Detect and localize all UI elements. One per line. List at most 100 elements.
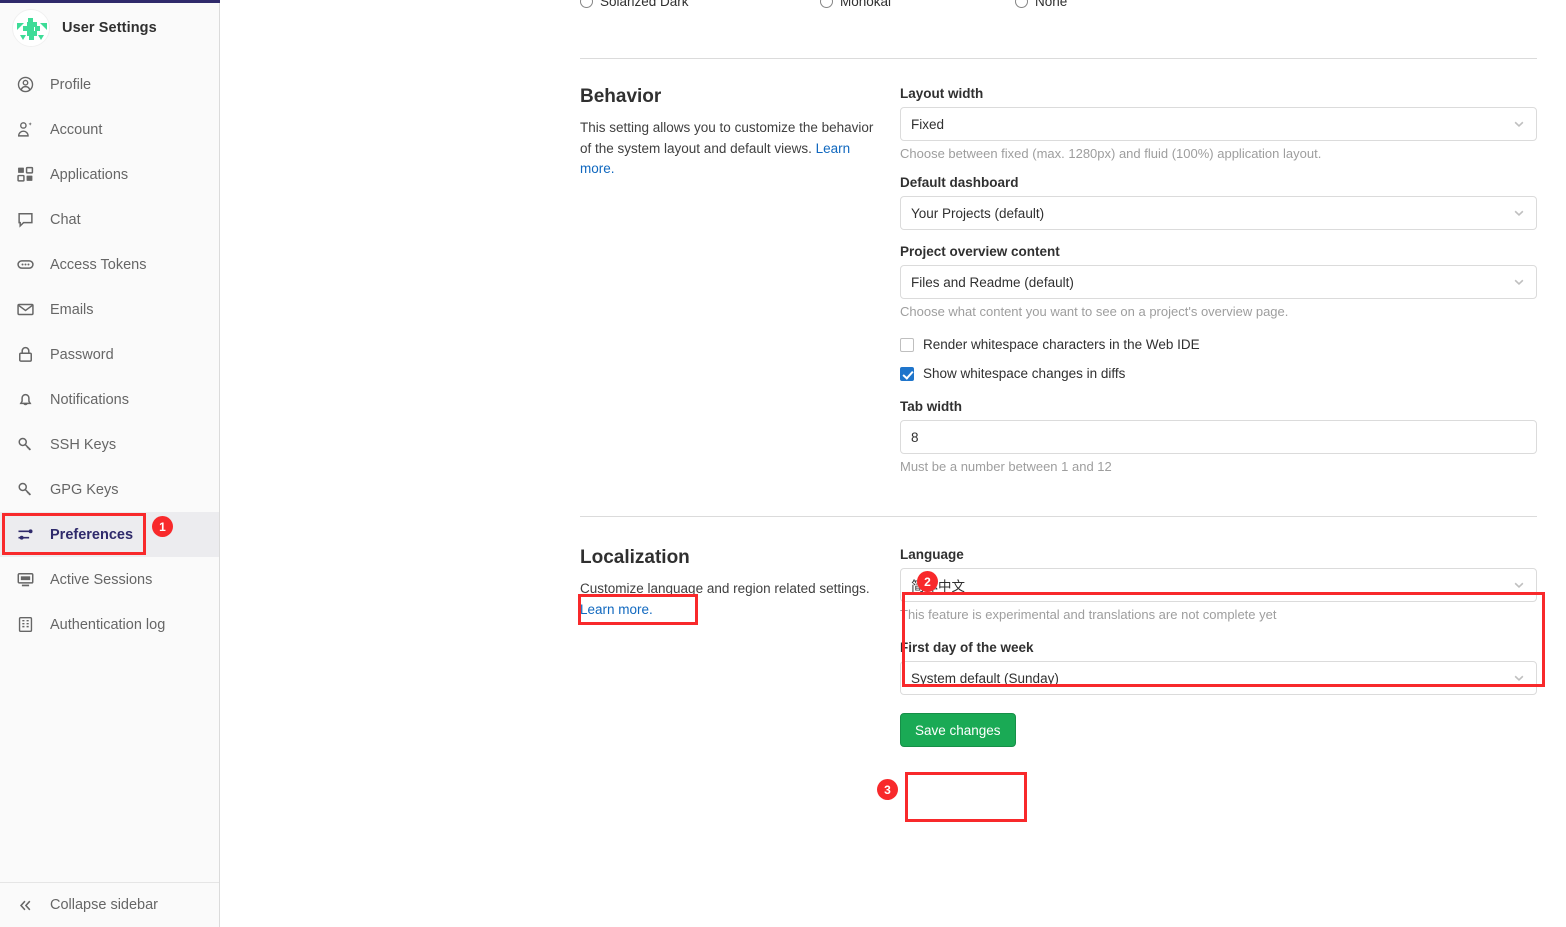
layout-width-value: Fixed: [911, 116, 945, 132]
localization-learn-more-link[interactable]: Learn more.: [580, 602, 653, 617]
radio-circle-icon: [580, 0, 593, 8]
sidebar-brand[interactable]: User Settings: [0, 0, 219, 56]
behavior-section: Behavior This setting allows you to cust…: [580, 59, 1537, 488]
collapse-sidebar-button[interactable]: Collapse sidebar: [0, 882, 219, 927]
sidebar-item-account[interactable]: Account: [0, 107, 219, 152]
log-list-icon: [16, 616, 34, 634]
render-whitespace-label: Render whitespace characters in the Web …: [923, 337, 1200, 352]
app-root: User Settings Profile Account Applicatio…: [0, 0, 1566, 927]
tab-width-input[interactable]: 8: [900, 420, 1537, 454]
save-button-wrap: Save changes: [900, 713, 1537, 747]
sidebar-item-emails[interactable]: Emails: [0, 287, 219, 332]
sidebar-item-label: SSH Keys: [50, 436, 117, 453]
default-dashboard-select[interactable]: Your Projects (default): [900, 196, 1537, 230]
tab-width-value: 8: [911, 429, 919, 445]
layout-width-group: Layout width Fixed Choose between fixed …: [900, 86, 1537, 161]
radio-label: Solarized Dark: [600, 0, 689, 9]
behavior-section-fields: Layout width Fixed Choose between fixed …: [900, 86, 1537, 488]
lock-icon: [16, 346, 34, 364]
sidebar-item-ssh-keys[interactable]: SSH Keys: [0, 422, 219, 467]
sidebar-item-access-tokens[interactable]: Access Tokens: [0, 242, 219, 287]
user-circle-icon: [16, 76, 34, 94]
collapse-sidebar-label: Collapse sidebar: [50, 897, 159, 913]
sidebar-item-label: Password: [50, 346, 114, 363]
language-select[interactable]: 简体中文: [900, 568, 1537, 602]
chat-icon: [16, 211, 34, 229]
chevron-down-icon: [1512, 275, 1526, 289]
sidebar-item-label: Notifications: [50, 391, 129, 408]
tab-width-help: Must be a number between 1 and 12: [900, 459, 1112, 474]
sidebar-item-label: Emails: [50, 301, 94, 318]
radio-circle-icon: [820, 0, 833, 8]
language-label: Language: [900, 547, 964, 562]
localization-description: Customize language and region related se…: [580, 579, 880, 620]
radio-solarized-dark[interactable]: Solarized Dark: [580, 0, 820, 9]
localization-section: Localization Customize language and regi…: [580, 517, 1537, 747]
account-gear-icon: [16, 121, 34, 139]
annotation-badge-1: 1: [152, 516, 173, 537]
sidebar: User Settings Profile Account Applicatio…: [0, 0, 220, 927]
sidebar-nav: Profile Account Applications Chat Access…: [0, 62, 219, 647]
sidebar-item-label: Applications: [50, 166, 129, 183]
radio-monokai[interactable]: Monokai: [820, 0, 1015, 9]
save-changes-button[interactable]: Save changes: [900, 713, 1016, 747]
sidebar-item-chat[interactable]: Chat: [0, 197, 219, 242]
key-icon: [16, 436, 34, 454]
sidebar-item-profile[interactable]: Profile: [0, 62, 219, 107]
envelope-icon: [16, 301, 34, 319]
sidebar-item-label: Profile: [50, 76, 92, 93]
first-day-group: First day of the week System default (Su…: [900, 640, 1537, 695]
chevron-down-icon: [1512, 578, 1526, 592]
token-icon: [16, 256, 34, 274]
show-whitespace-diffs-checkbox[interactable]: [900, 366, 914, 381]
default-dashboard-label: Default dashboard: [900, 175, 1019, 190]
sidebar-top-accent: [0, 0, 220, 3]
language-help: This feature is experimental and transla…: [900, 607, 1277, 622]
sidebar-item-label: Account: [50, 121, 103, 138]
project-overview-select[interactable]: Files and Readme (default): [900, 265, 1537, 299]
radio-circle-icon: [1015, 0, 1028, 8]
sidebar-item-active-sessions[interactable]: Active Sessions: [0, 557, 219, 602]
monitor-icon: [16, 571, 34, 589]
tab-width-label: Tab width: [900, 399, 962, 414]
key-icon: [16, 481, 34, 499]
localization-section-fields: Language 简体中文 This feature is experiment…: [900, 547, 1537, 747]
render-whitespace-checkbox[interactable]: [900, 337, 914, 352]
sidebar-item-gpg-keys[interactable]: GPG Keys: [0, 467, 219, 512]
tab-width-group: Tab width 8 Must be a number between 1 a…: [900, 399, 1537, 474]
sliders-icon: [16, 526, 34, 544]
first-day-label: First day of the week: [900, 640, 1034, 655]
default-dashboard-value: Your Projects (default): [911, 205, 1045, 221]
radio-label: None: [1035, 0, 1068, 9]
chevron-down-icon: [1512, 671, 1526, 685]
applications-icon: [16, 166, 34, 184]
project-overview-label: Project overview content: [900, 244, 1060, 259]
identicon-avatar: [12, 9, 50, 47]
behavior-title: Behavior: [580, 86, 662, 107]
localization-title: Localization: [580, 547, 690, 568]
show-whitespace-diffs-row[interactable]: Show whitespace changes in diffs: [900, 366, 1537, 381]
sidebar-item-authentication-log[interactable]: Authentication log: [0, 602, 219, 647]
annotation-badge-3: 3: [877, 779, 898, 800]
first-day-select[interactable]: System default (Sunday): [900, 661, 1537, 695]
default-dashboard-group: Default dashboard Your Projects (default…: [900, 175, 1537, 230]
language-group: Language 简体中文 This feature is experiment…: [900, 547, 1537, 622]
radio-label: Monokai: [840, 0, 892, 9]
chevron-down-icon: [1512, 206, 1526, 220]
sidebar-item-notifications[interactable]: Notifications: [0, 377, 219, 422]
show-whitespace-diffs-label: Show whitespace changes in diffs: [923, 366, 1126, 381]
render-whitespace-row[interactable]: Render whitespace characters in the Web …: [900, 337, 1537, 352]
sidebar-item-applications[interactable]: Applications: [0, 152, 219, 197]
sidebar-item-label: GPG Keys: [50, 481, 119, 498]
sidebar-item-preferences[interactable]: Preferences: [0, 512, 219, 557]
sidebar-item-password[interactable]: Password: [0, 332, 219, 377]
layout-width-select[interactable]: Fixed: [900, 107, 1537, 141]
radio-none[interactable]: None: [1015, 0, 1067, 9]
content-column: Behavior This setting allows you to cust…: [580, 58, 1537, 747]
bell-icon: [16, 391, 34, 409]
sidebar-item-label: Chat: [50, 211, 81, 228]
layout-width-label: Layout width: [900, 86, 984, 101]
localization-description-text: Customize language and region related se…: [580, 581, 870, 596]
chevron-down-icon: [1512, 117, 1526, 131]
project-overview-value: Files and Readme (default): [911, 274, 1074, 290]
